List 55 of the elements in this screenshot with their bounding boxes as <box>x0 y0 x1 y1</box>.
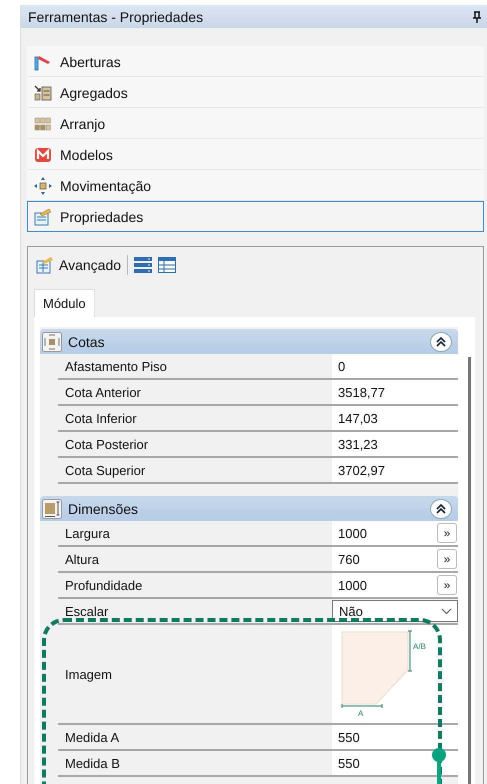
letter-m-icon <box>34 146 52 164</box>
property-label: Profundidade <box>64 578 144 592</box>
property-value[interactable]: 550 <box>332 751 458 775</box>
property-value[interactable]: 3702,97 <box>332 458 458 482</box>
table-view-icon[interactable] <box>158 257 176 273</box>
property-label: Medida A <box>64 730 120 744</box>
pin-icon[interactable] <box>473 10 481 22</box>
expand-button[interactable]: » <box>437 575 457 595</box>
property-label: Cota Superior <box>64 462 146 478</box>
tool-item[interactable]: Modelos <box>27 139 484 170</box>
group-title: Cotas <box>68 334 106 350</box>
chevron-down-icon <box>441 608 452 614</box>
move-arrows-icon <box>34 176 52 194</box>
expand-button[interactable]: » <box>437 523 457 543</box>
list-view-icon[interactable] <box>134 257 152 273</box>
property-value[interactable]: 147,03 <box>332 406 458 430</box>
grid-blocks-icon <box>34 114 52 132</box>
property-label: Cota Posterior <box>64 436 150 452</box>
cabinet-arrow-icon <box>34 84 52 102</box>
property-value[interactable]: 550 <box>332 725 458 749</box>
dimension-box-icon <box>42 332 62 352</box>
property-label: Afastamento Piso <box>64 358 168 374</box>
tool-item[interactable]: Movimentação <box>27 170 484 201</box>
tab[interactable]: Módulo <box>34 289 95 317</box>
side-dimension-label: A/B <box>413 642 426 651</box>
property-label: Escalar <box>64 604 110 618</box>
property-value[interactable]: 1000 <box>338 526 367 540</box>
property-label: Altura <box>64 552 100 566</box>
double-chevron-up-icon <box>436 336 446 346</box>
collapse-toggle[interactable] <box>430 498 452 518</box>
bottom-dimension-label: A <box>358 709 364 718</box>
double-chevron-up-icon <box>436 504 446 514</box>
expand-button[interactable]: » <box>437 549 457 569</box>
tool-item[interactable]: Agregados <box>27 77 484 108</box>
property-label: Cota Inferior <box>64 410 138 426</box>
tool-item[interactable]: Propriedades <box>27 201 484 232</box>
group-title: Dimensões <box>68 500 140 516</box>
property-dropdown[interactable]: Não <box>332 600 458 622</box>
window-title: Ferramentas - Propriedades <box>28 8 204 24</box>
collapse-toggle[interactable] <box>430 332 452 352</box>
advanced-button[interactable]: Avançado <box>36 256 122 274</box>
property-value[interactable]: 0 <box>332 354 458 378</box>
property-value[interactable]: 760 <box>338 552 360 566</box>
property-label: Medida B <box>64 756 121 770</box>
property-value[interactable]: 1000 <box>338 578 367 592</box>
tool-item[interactable]: Aberturas <box>27 46 484 77</box>
property-value[interactable]: 331,23 <box>332 432 458 456</box>
property-value[interactable]: 3518,77 <box>332 380 458 404</box>
property-label: Largura <box>64 526 111 540</box>
dimension-cabinet-icon <box>42 498 62 518</box>
property-label: Cota Anterior <box>64 384 142 400</box>
properties-sheet-icon <box>34 208 52 226</box>
tool-item[interactable]: Arranjo <box>27 108 484 139</box>
property-label: Imagem <box>64 666 113 682</box>
properties-sheet-icon <box>36 256 54 274</box>
